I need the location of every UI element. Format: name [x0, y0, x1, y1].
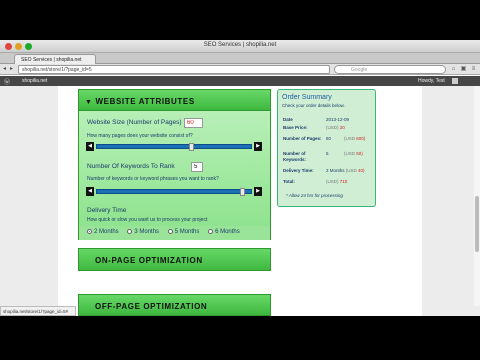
home-icon[interactable]: ⌂	[450, 66, 457, 73]
delivery-option-label: 2 Months	[94, 229, 119, 236]
delivery-option-label: 5 Months	[174, 229, 200, 236]
summary-note: * Allow 24 hrs for processing	[286, 193, 343, 198]
keywords-input[interactable]	[191, 162, 203, 172]
order-summary: Order Summary Check your order details b…	[277, 89, 376, 207]
menu-icon[interactable]: ≡	[470, 66, 477, 73]
delivery-option[interactable]: 6 Months	[208, 229, 240, 235]
browser-tab-label: SEO Services | shopilia.net	[21, 57, 82, 63]
delivery-option[interactable]: 5 Months	[167, 229, 200, 236]
radio-icon	[167, 229, 173, 234]
delivery-option[interactable]: 2 Months	[87, 229, 119, 235]
summary-amount: 50)	[356, 151, 363, 156]
website-size-label: Website Size (Number of Pages)	[87, 119, 182, 126]
order-summary-subtitle: Check your order details below.	[282, 103, 345, 108]
delivery-option-label: 3 Months	[134, 229, 160, 236]
summary-currency: (USD	[344, 136, 355, 141]
summary-row-keywords-values: 5 (USD 50)	[326, 151, 363, 156]
summary-label: Delivery Time:	[283, 168, 314, 173]
slider-thumb[interactable]	[189, 143, 194, 151]
order-summary-title: Order Summary	[282, 94, 332, 101]
status-url: shopilia.net/store/1/?page_id=5#	[3, 309, 69, 314]
summary-row-pages-values: 60 (USD 600)	[326, 136, 365, 141]
slider-thumb[interactable]	[240, 188, 245, 196]
summary-currency: (USD)	[326, 125, 339, 130]
tab-bar: SEO Services | shopilia.net	[0, 53, 480, 64]
website-size-help: How many pages does your website consist…	[87, 133, 193, 139]
summary-label: Number of Keywords:	[283, 151, 307, 162]
title-bar: SEO Services | shopilia.net	[0, 40, 480, 53]
summary-label: Number of Pages:	[283, 136, 322, 141]
triangle-down-icon: ▼	[85, 99, 93, 106]
slider-track[interactable]	[96, 143, 252, 151]
screen: SEO Services | shopilia.net SEO Services…	[0, 40, 480, 316]
summary-amount: 710	[339, 179, 348, 184]
status-bar: shopilia.net/store/1/?page_id=5#	[0, 306, 76, 316]
summary-currency: (USD	[344, 151, 355, 156]
delivery-options-row: 2 Months 3 Months 5 Months 6 Months	[78, 226, 271, 240]
wp-admin-bar: ⓦ shopilia.net Howdy, Test	[0, 76, 480, 86]
summary-count: 60	[326, 136, 332, 141]
delivery-option-label: 6 Months	[215, 229, 240, 236]
page-scrollbar[interactable]	[474, 86, 480, 306]
back-icon[interactable]: ◂	[3, 66, 6, 73]
summary-amount: 600)	[356, 136, 366, 141]
browser-toolbar: ◂ ▸ shopilia.net/store/1/?page_id=5 Goog…	[0, 64, 480, 75]
slider-track[interactable]	[96, 188, 252, 196]
summary-row-delivery: Delivery Time: 2 Months (USD 40)	[283, 168, 365, 173]
keywords-slider[interactable]: ◀ ▶	[86, 187, 262, 196]
summary-count: 5	[326, 151, 329, 156]
search-input[interactable]: Google	[334, 65, 446, 74]
on-page-optimization-header[interactable]: ON-PAGE OPTIMIZATION	[78, 248, 271, 271]
scrollbar-thumb[interactable]	[475, 196, 479, 252]
on-page-optimization-label: ON-PAGE OPTIMIZATION	[95, 256, 203, 265]
seo-options-panel: ▼ WEBSITE ATTRIBUTES Website Size (Number…	[78, 89, 271, 272]
summary-value: 2013-12-09	[326, 117, 350, 122]
admin-site-link[interactable]: shopilia.net	[22, 78, 47, 84]
summary-currency: (USD	[345, 168, 357, 173]
radio-icon	[127, 229, 133, 234]
off-page-optimization-label: OFF-PAGE OPTIMIZATION	[95, 302, 208, 311]
summary-count: 2 Months	[326, 168, 345, 173]
keywords-help: Number of keywords or keyword phrases yo…	[87, 176, 219, 182]
avatar[interactable]	[452, 78, 458, 84]
website-size-input[interactable]	[184, 118, 203, 128]
delivery-option[interactable]: 3 Months	[127, 229, 159, 235]
browser-tab[interactable]: SEO Services | shopilia.net	[14, 54, 96, 64]
website-size-slider[interactable]: ◀ ▶	[86, 142, 262, 151]
summary-amount: 40)	[358, 168, 365, 173]
radio-icon	[208, 229, 214, 234]
slider-increment-icon[interactable]: ▶	[254, 142, 262, 151]
summary-row-date: Date 2013-12-09	[283, 117, 349, 122]
summary-label: Date	[283, 117, 293, 122]
summary-row-total: Total: (USD) 710	[283, 179, 347, 184]
summary-currency: (USD)	[326, 179, 339, 184]
summary-row-pages: Number of Pages:	[283, 136, 323, 142]
website-attributes-body: Website Size (Number of Pages) How many …	[78, 111, 271, 226]
wordpress-logo-icon[interactable]: ⓦ	[4, 77, 10, 86]
delivery-time-label: Delivery Time	[87, 207, 127, 214]
admin-greeting[interactable]: Howdy, Test	[418, 78, 445, 84]
radio-selected-icon	[87, 229, 92, 234]
summary-label: Total:	[283, 179, 295, 184]
summary-row-base-price: Base Price: (USD) 20	[283, 125, 345, 130]
slider-increment-icon[interactable]: ▶	[254, 187, 262, 196]
search-placeholder: Google	[351, 67, 368, 73]
summary-label: Base Price:	[283, 125, 308, 130]
address-text: shopilia.net/store/1/?page_id=5	[22, 67, 92, 73]
summary-row-keywords: Number of Keywords:	[283, 151, 323, 163]
website-attributes-header[interactable]: ▼ WEBSITE ATTRIBUTES	[78, 89, 271, 111]
slider-decrement-icon[interactable]: ◀	[86, 187, 94, 196]
keywords-label: Number Of Keywords To Rank	[87, 163, 175, 170]
delivery-time-help: How quick or slow you want us to process…	[87, 217, 208, 223]
address-bar[interactable]: shopilia.net/store/1/?page_id=5	[18, 65, 330, 74]
slider-decrement-icon[interactable]: ◀	[86, 142, 94, 151]
summary-amount: 20	[339, 125, 345, 130]
extension-icon[interactable]: ▣	[460, 66, 467, 73]
window-title: SEO Services | shopilia.net	[203, 42, 277, 48]
off-page-optimization-header[interactable]: OFF-PAGE OPTIMIZATION	[78, 294, 271, 316]
website-attributes-label: WEBSITE ATTRIBUTES	[95, 97, 195, 106]
forward-icon[interactable]: ▸	[10, 66, 13, 73]
